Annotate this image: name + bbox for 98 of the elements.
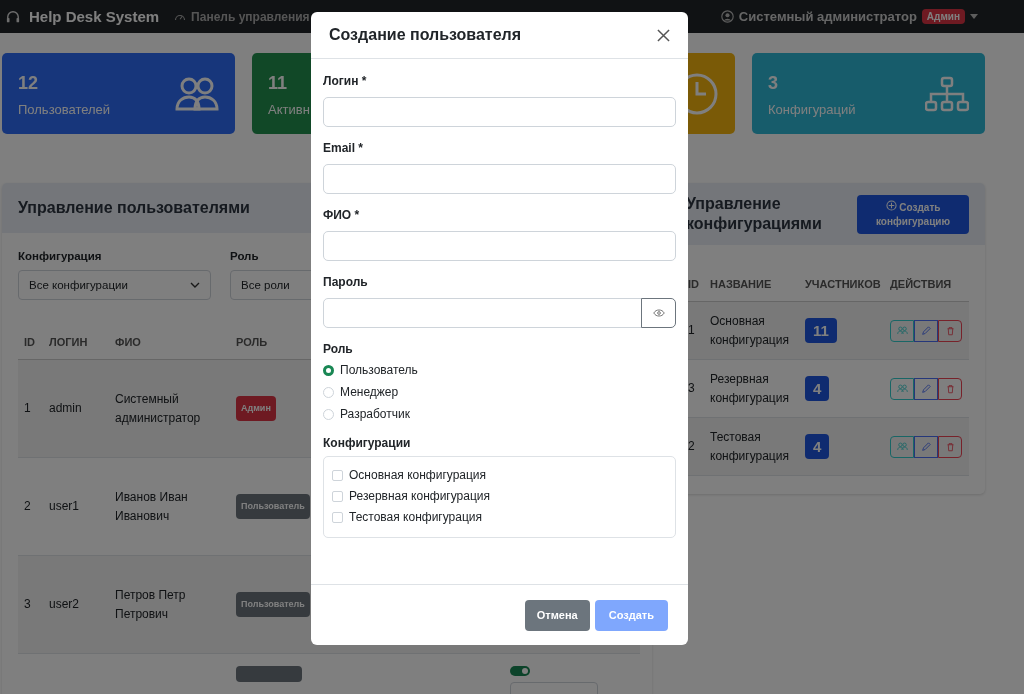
- active-switch[interactable]: [510, 666, 530, 676]
- stat-value: 11: [268, 72, 289, 94]
- column-header: УЧАСТНИКОВ: [804, 278, 882, 290]
- show-password-button[interactable]: [641, 298, 676, 328]
- edit-button[interactable]: [914, 435, 938, 458]
- field-label: Роль: [323, 342, 354, 356]
- input-field[interactable]: [323, 231, 676, 261]
- create-button[interactable]: Создать: [594, 599, 668, 631]
- field-label: Конфигурации: [323, 436, 412, 450]
- brand-title[interactable]: Help Desk System: [29, 8, 160, 25]
- delete-button[interactable]: [938, 435, 962, 458]
- user-icon: [720, 10, 734, 23]
- role-badge: Админ: [921, 9, 965, 24]
- role-badge: [236, 666, 302, 682]
- checkbox[interactable]: [332, 490, 343, 502]
- radio-label: Разработчик: [340, 407, 410, 421]
- filter-label: Конфигурация: [18, 250, 103, 262]
- column-header: ФИО: [114, 336, 142, 348]
- table-cell: Петров Петр Петрович: [115, 587, 186, 621]
- stat-label: Конфигураций: [768, 101, 856, 117]
- create-configuration-button[interactable]: Создать конфигурацию: [857, 194, 969, 234]
- close-icon[interactable]: [657, 28, 670, 42]
- stat-label: Активн: [268, 101, 310, 117]
- column-header: НАЗВАНИЕ: [709, 278, 773, 290]
- field-label: Email *: [323, 141, 365, 155]
- edit-button[interactable]: [914, 319, 938, 342]
- table-cell-text: Основная конфигурация: [709, 312, 790, 349]
- column-header: РОЛЬ: [235, 336, 269, 348]
- input-field[interactable]: [323, 97, 676, 127]
- table-cell: Системный администратор: [115, 391, 201, 425]
- stat-label: Пользователей: [18, 101, 111, 117]
- radio-button[interactable]: [323, 364, 334, 376]
- table-cell-text: Тестовая конфигурация: [709, 428, 790, 465]
- table-cell: Иванов Иван Иванович: [115, 489, 188, 523]
- radio-label: Пользователь: [340, 363, 418, 377]
- filter-select[interactable]: Все конфигурации: [18, 270, 211, 300]
- column-header: ID: [23, 336, 36, 348]
- checkbox-label: Основная конфигурация: [349, 468, 487, 482]
- trash-icon: [945, 325, 955, 336]
- eye-icon: [652, 309, 665, 317]
- table-cell-text: 1: [687, 322, 696, 339]
- sitemap-icon: [925, 75, 969, 112]
- edit-button[interactable]: [914, 377, 938, 400]
- table-cell-text: 2: [687, 438, 696, 455]
- stat-value: 12: [18, 72, 40, 94]
- table-cell-text: Резервная конфигурация: [709, 370, 790, 407]
- role-badge: Пользователь: [236, 494, 310, 519]
- field-label: ФИО *: [323, 208, 361, 222]
- plus-circle-icon: [885, 199, 897, 211]
- table-cell: 2: [24, 499, 31, 513]
- member-count-badge: 4: [805, 434, 830, 459]
- pencil-icon: [921, 383, 931, 394]
- stat-value: 3: [768, 72, 779, 94]
- checkbox[interactable]: [332, 469, 343, 481]
- pencil-icon: [921, 441, 931, 452]
- panel-title: Управление пользователями: [18, 199, 250, 217]
- checkbox-label: Резервная конфигурация: [349, 489, 491, 503]
- dialog-title: Создание пользователя: [329, 26, 522, 44]
- users-icon: [896, 442, 908, 451]
- table-cell-text: 3: [687, 380, 696, 397]
- password-field[interactable]: [323, 298, 643, 328]
- headset-icon: [6, 9, 20, 24]
- field-label: Логин *: [323, 74, 368, 88]
- users-icon: [896, 384, 908, 393]
- role-badge: Пользователь: [236, 592, 310, 617]
- table-cell: admin: [49, 401, 82, 415]
- members-button[interactable]: [890, 319, 914, 342]
- table-cell: user2: [49, 597, 80, 611]
- table-cell: 1: [24, 401, 31, 415]
- members-button[interactable]: [890, 377, 914, 400]
- member-count-badge: 4: [805, 376, 830, 401]
- delete-button[interactable]: [938, 319, 962, 342]
- column-header: ID: [687, 278, 700, 290]
- delete-button[interactable]: [938, 377, 962, 400]
- members-button[interactable]: [890, 435, 914, 458]
- user-name[interactable]: Системный администратор: [738, 9, 917, 24]
- chevron-down-icon: [190, 282, 200, 288]
- panel-title: Управление конфигурациями: [686, 194, 823, 234]
- column-header: ЛОГИН: [48, 336, 89, 348]
- input-field[interactable]: [323, 164, 676, 194]
- trash-icon: [945, 441, 955, 452]
- radio-label: Менеджер: [340, 385, 399, 399]
- member-count-badge: 11: [805, 318, 837, 343]
- users-icon: [175, 76, 219, 111]
- cancel-button[interactable]: Отмена: [524, 599, 590, 631]
- table-cell: 3: [24, 597, 31, 611]
- pencil-icon: [921, 325, 931, 336]
- checkbox-label: Тестовая конфигурация: [349, 510, 483, 524]
- checkbox[interactable]: [332, 511, 343, 523]
- nav-link[interactable]: Панель управления: [191, 9, 310, 24]
- role-badge: Админ: [236, 396, 276, 421]
- column-header: ДЕЙСТВИЯ: [889, 278, 953, 290]
- trash-icon: [945, 383, 955, 394]
- table-cell: user1: [49, 499, 80, 513]
- field-label: Пароль: [323, 275, 369, 289]
- caret-icon[interactable]: [970, 14, 978, 19]
- filter-label: Роль: [230, 250, 260, 262]
- users-icon: [896, 326, 908, 335]
